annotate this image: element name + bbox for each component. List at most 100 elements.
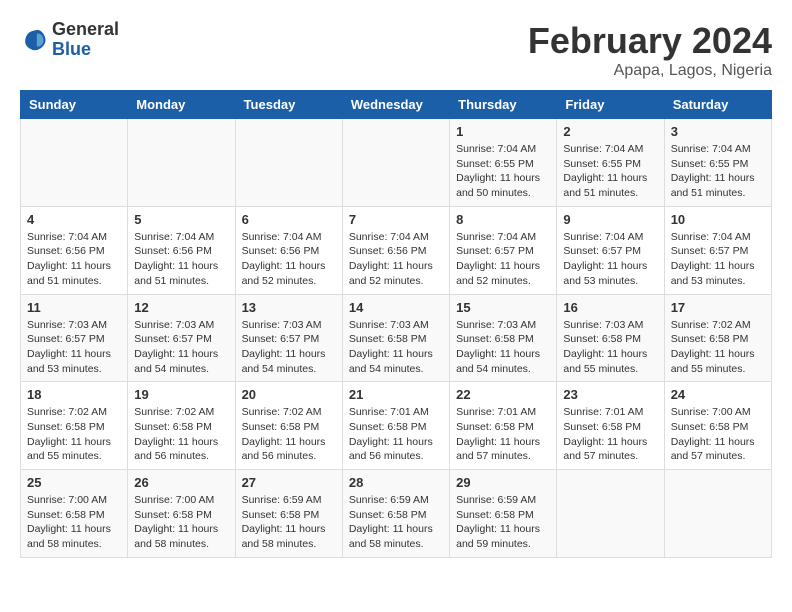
day-number: 10 <box>671 212 765 227</box>
header-day-saturday: Saturday <box>664 91 771 119</box>
day-number: 6 <box>242 212 336 227</box>
day-number: 8 <box>456 212 550 227</box>
week-row-1: 1Sunrise: 7:04 AMSunset: 6:55 PMDaylight… <box>21 119 772 207</box>
calendar-cell <box>21 119 128 207</box>
calendar-cell: 20Sunrise: 7:02 AMSunset: 6:58 PMDayligh… <box>235 382 342 470</box>
calendar-cell: 15 Sunrise: 7:03 AMSunset: 6:58 PMDayligh… <box>450 294 557 382</box>
day-info: Sunrise: 7:04 AMSunset: 6:56 PMDaylight:… <box>242 230 336 289</box>
day-info: Sunrise: 7:00 AMSunset: 6:58 PMDaylight:… <box>27 493 121 552</box>
day-number: 27 <box>242 475 336 490</box>
week-row-2: 4 Sunrise: 7:04 AMSunset: 6:56 PMDaylight… <box>21 206 772 294</box>
calendar-cell: 7Sunrise: 7:04 AMSunset: 6:56 PMDaylight… <box>342 206 449 294</box>
calendar-cell: 13 Sunrise: 7:03 AMSunset: 6:57 PMDayligh… <box>235 294 342 382</box>
calendar-table: SundayMondayTuesdayWednesdayThursdayFrid… <box>20 90 772 558</box>
calendar-cell: 8 Sunrise: 7:04 AMSunset: 6:57 PMDaylight… <box>450 206 557 294</box>
day-info: Sunrise: 7:04 AMSunset: 6:56 PMDaylight:… <box>27 230 121 289</box>
day-info: Sunrise: 6:59 AMSunset: 6:58 PMDaylight:… <box>242 493 336 552</box>
calendar-cell: 18 Sunrise: 7:02 AMSunset: 6:58 PMDayligh… <box>21 382 128 470</box>
day-number: 29 <box>456 475 550 490</box>
day-number: 4 <box>27 212 121 227</box>
header-day-monday: Monday <box>128 91 235 119</box>
calendar-cell <box>664 470 771 558</box>
day-info: Sunrise: 7:03 AMSunset: 6:58 PMDaylight:… <box>563 318 657 377</box>
day-info: Sunrise: 7:03 AMSunset: 6:57 PMDaylight:… <box>134 318 228 377</box>
day-info: Sunrise: 7:04 AMSunset: 6:55 PMDaylight:… <box>671 142 765 201</box>
day-number: 14 <box>349 300 443 315</box>
calendar-cell: 28 Sunrise: 6:59 AMSunset: 6:58 PMDayligh… <box>342 470 449 558</box>
day-number: 15 <box>456 300 550 315</box>
day-info: Sunrise: 7:03 AMSunset: 6:58 PMDaylight:… <box>349 318 443 377</box>
calendar-cell: 3 Sunrise: 7:04 AMSunset: 6:55 PMDaylight… <box>664 119 771 207</box>
calendar-cell: 19Sunrise: 7:02 AMSunset: 6:58 PMDayligh… <box>128 382 235 470</box>
day-number: 3 <box>671 124 765 139</box>
day-number: 16 <box>563 300 657 315</box>
calendar-cell: 21 Sunrise: 7:01 AMSunset: 6:58 PMDayligh… <box>342 382 449 470</box>
day-number: 22 <box>456 387 550 402</box>
day-info: Sunrise: 7:02 AMSunset: 6:58 PMDaylight:… <box>134 405 228 464</box>
calendar-cell: 2 Sunrise: 7:04 AMSunset: 6:55 PMDaylight… <box>557 119 664 207</box>
day-number: 24 <box>671 387 765 402</box>
day-info: Sunrise: 7:04 AMSunset: 6:55 PMDaylight:… <box>456 142 550 201</box>
calendar-subtitle: Apapa, Lagos, Nigeria <box>528 62 772 80</box>
day-number: 28 <box>349 475 443 490</box>
day-info: Sunrise: 7:04 AMSunset: 6:57 PMDaylight:… <box>671 230 765 289</box>
day-info: Sunrise: 7:02 AMSunset: 6:58 PMDaylight:… <box>27 405 121 464</box>
week-row-4: 18 Sunrise: 7:02 AMSunset: 6:58 PMDayligh… <box>21 382 772 470</box>
day-info: Sunrise: 7:04 AMSunset: 6:55 PMDaylight:… <box>563 142 657 201</box>
day-info: Sunrise: 6:59 AMSunset: 6:58 PMDaylight:… <box>456 493 550 552</box>
day-info: Sunrise: 7:04 AMSunset: 6:56 PMDaylight:… <box>134 230 228 289</box>
day-number: 17 <box>671 300 765 315</box>
day-info: Sunrise: 7:03 AMSunset: 6:58 PMDaylight:… <box>456 318 550 377</box>
day-number: 2 <box>563 124 657 139</box>
calendar-cell <box>128 119 235 207</box>
header-day-sunday: Sunday <box>21 91 128 119</box>
day-number: 26 <box>134 475 228 490</box>
calendar-cell: 9 Sunrise: 7:04 AMSunset: 6:57 PMDaylight… <box>557 206 664 294</box>
week-row-5: 25Sunrise: 7:00 AMSunset: 6:58 PMDayligh… <box>21 470 772 558</box>
calendar-body: 1Sunrise: 7:04 AMSunset: 6:55 PMDaylight… <box>21 119 772 558</box>
day-info: Sunrise: 7:01 AMSunset: 6:58 PMDaylight:… <box>456 405 550 464</box>
calendar-title: February 2024 <box>528 20 772 62</box>
day-info: Sunrise: 7:04 AMSunset: 6:57 PMDaylight:… <box>456 230 550 289</box>
calendar-cell: 27 Sunrise: 6:59 AMSunset: 6:58 PMDayligh… <box>235 470 342 558</box>
day-info: Sunrise: 7:03 AMSunset: 6:57 PMDaylight:… <box>242 318 336 377</box>
calendar-cell <box>557 470 664 558</box>
day-number: 9 <box>563 212 657 227</box>
day-number: 18 <box>27 387 121 402</box>
day-info: Sunrise: 7:03 AMSunset: 6:57 PMDaylight:… <box>27 318 121 377</box>
day-info: Sunrise: 7:04 AMSunset: 6:56 PMDaylight:… <box>349 230 443 289</box>
title-area: February 2024 Apapa, Lagos, Nigeria <box>528 20 772 80</box>
day-info: Sunrise: 7:00 AMSunset: 6:58 PMDaylight:… <box>134 493 228 552</box>
header-day-friday: Friday <box>557 91 664 119</box>
calendar-header: SundayMondayTuesdayWednesdayThursdayFrid… <box>21 91 772 119</box>
logo-blue: Blue <box>52 40 119 60</box>
calendar-cell: 11Sunrise: 7:03 AMSunset: 6:57 PMDayligh… <box>21 294 128 382</box>
day-info: Sunrise: 7:00 AMSunset: 6:58 PMDaylight:… <box>671 405 765 464</box>
calendar-cell: 16 Sunrise: 7:03 AMSunset: 6:58 PMDayligh… <box>557 294 664 382</box>
day-info: Sunrise: 6:59 AMSunset: 6:58 PMDaylight:… <box>349 493 443 552</box>
logo: General Blue <box>20 20 119 60</box>
calendar-cell: 6 Sunrise: 7:04 AMSunset: 6:56 PMDaylight… <box>235 206 342 294</box>
calendar-cell: 10 Sunrise: 7:04 AMSunset: 6:57 PMDayligh… <box>664 206 771 294</box>
day-number: 13 <box>242 300 336 315</box>
header-day-thursday: Thursday <box>450 91 557 119</box>
calendar-cell: 12 Sunrise: 7:03 AMSunset: 6:57 PMDayligh… <box>128 294 235 382</box>
day-number: 5 <box>134 212 228 227</box>
day-info: Sunrise: 7:04 AMSunset: 6:57 PMDaylight:… <box>563 230 657 289</box>
header-day-tuesday: Tuesday <box>235 91 342 119</box>
logo-text: General Blue <box>52 20 119 60</box>
day-number: 21 <box>349 387 443 402</box>
logo-general: General <box>52 20 119 40</box>
calendar-cell: 22 Sunrise: 7:01 AMSunset: 6:58 PMDayligh… <box>450 382 557 470</box>
calendar-cell <box>342 119 449 207</box>
calendar-cell: 17 Sunrise: 7:02 AMSunset: 6:58 PMDayligh… <box>664 294 771 382</box>
calendar-cell: 29 Sunrise: 6:59 AMSunset: 6:58 PMDayligh… <box>450 470 557 558</box>
day-info: Sunrise: 7:01 AMSunset: 6:58 PMDaylight:… <box>349 405 443 464</box>
week-row-3: 11Sunrise: 7:03 AMSunset: 6:57 PMDayligh… <box>21 294 772 382</box>
day-number: 12 <box>134 300 228 315</box>
calendar-cell <box>235 119 342 207</box>
day-info: Sunrise: 7:01 AMSunset: 6:58 PMDaylight:… <box>563 405 657 464</box>
day-number: 20 <box>242 387 336 402</box>
calendar-cell: 14 Sunrise: 7:03 AMSunset: 6:58 PMDayligh… <box>342 294 449 382</box>
day-info: Sunrise: 7:02 AMSunset: 6:58 PMDaylight:… <box>671 318 765 377</box>
